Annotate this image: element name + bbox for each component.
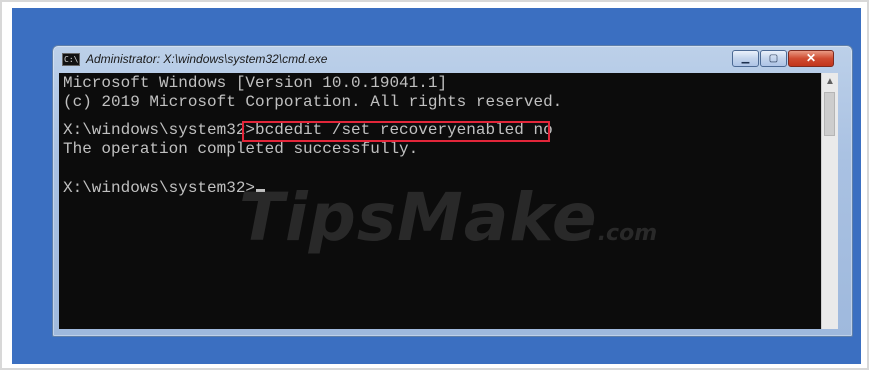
maximize-icon: ▢ [768, 53, 779, 64]
minimize-button[interactable]: ▁ [732, 50, 759, 67]
cmd-window[interactable]: C:\ Administrator: X:\windows\system32\c… [52, 45, 853, 337]
screenshot-frame: C:\ Administrator: X:\windows\system32\c… [0, 0, 869, 370]
maximize-button[interactable]: ▢ [760, 50, 787, 67]
minimize-icon: ▁ [741, 53, 750, 64]
vertical-scrollbar[interactable]: ▲ [821, 73, 838, 329]
text-cursor [256, 189, 266, 192]
close-button[interactable]: ✕ [788, 50, 834, 67]
console-line: Microsoft Windows [Version 10.0.19041.1] [63, 74, 448, 92]
title-bar[interactable]: C:\ Administrator: X:\windows\system32\c… [53, 46, 852, 73]
scroll-thumb[interactable] [824, 92, 835, 136]
console-output[interactable]: Microsoft Windows [Version 10.0.19041.1]… [59, 73, 821, 329]
desktop-background: C:\ Administrator: X:\windows\system32\c… [12, 8, 861, 364]
console-prompt-line[interactable]: X:\windows\system32> [63, 179, 266, 198]
window-title: Administrator: X:\windows\system32\cmd.e… [86, 52, 328, 66]
watermark-suffix: .com [597, 221, 658, 246]
scroll-up-arrow-icon[interactable]: ▲ [822, 73, 838, 90]
prompt-text: X:\windows\system32> [63, 179, 256, 197]
console-line: The operation completed successfully. [63, 140, 419, 158]
watermark: TipsMake.com [239, 179, 657, 256]
console-line: (c) 2019 Microsoft Corporation. All righ… [63, 93, 563, 111]
close-icon: ✕ [805, 51, 817, 65]
console-line: X:\windows\system32>bcdedit /set recover… [63, 121, 553, 139]
watermark-text: TipsMake [239, 179, 598, 256]
console-icon: C:\ [62, 53, 80, 66]
